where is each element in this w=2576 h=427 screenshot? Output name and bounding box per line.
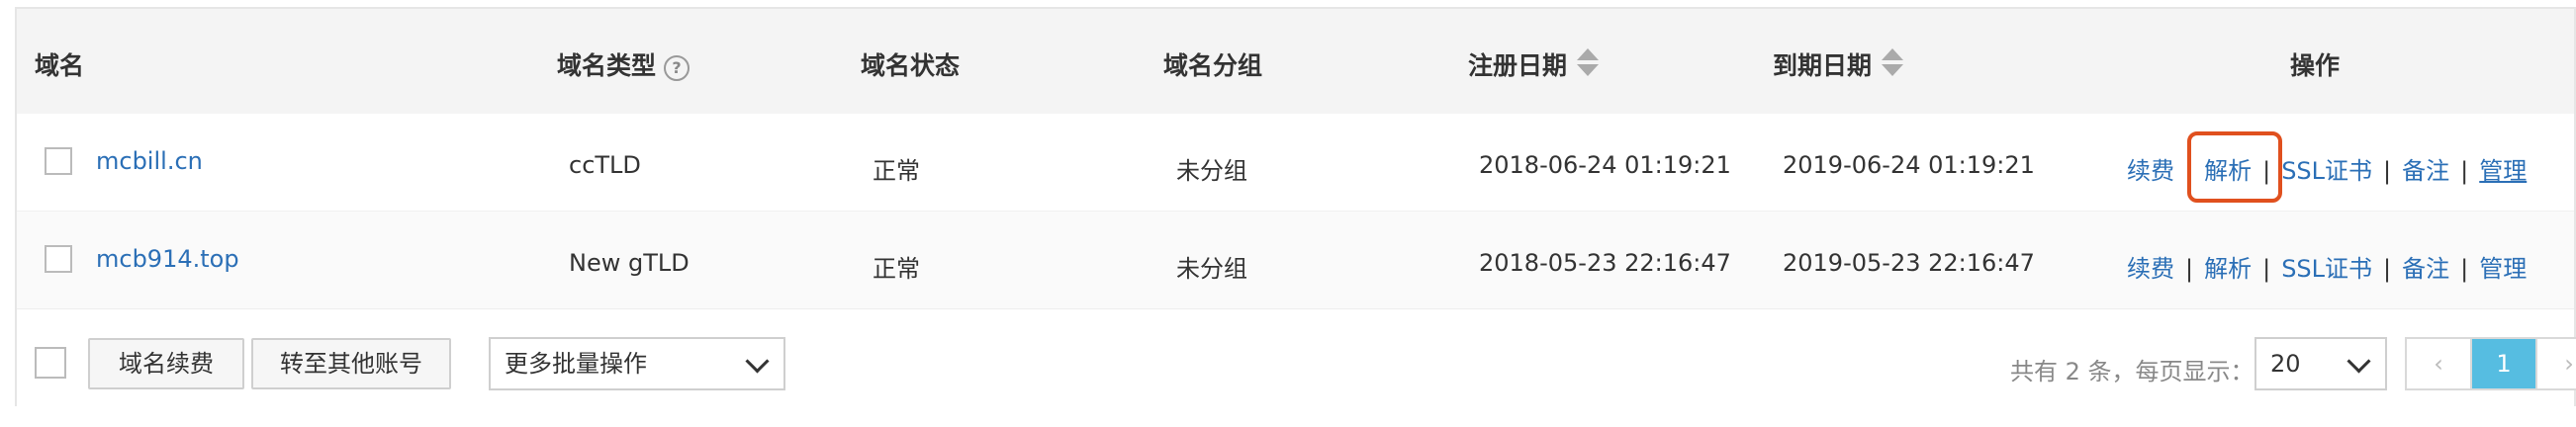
manage-link[interactable]: 管理 [2479,157,2527,185]
row-checkbox[interactable] [45,245,72,273]
renew-link[interactable]: 续费 [2127,157,2174,185]
table-header: 域名 域名类型? 域名状态 域名分组 注册日期 到期日期 操作 [17,9,2574,114]
total-count-text: 共有 2 条，每页显示： [2010,358,2254,385]
column-header-exp-date[interactable]: 到期日期 [1773,46,1904,82]
page-size-select[interactable]: 20 [2254,337,2387,390]
page-size-value: 20 [2270,350,2301,378]
record-link[interactable]: 备注 [2402,255,2449,283]
column-header-reg-date-label: 注册日期 [1468,51,1568,80]
ssl-link[interactable]: SSL证书 [2281,255,2372,283]
resolve-highlight-box [2187,131,2282,203]
renew-domains-button[interactable]: 域名续费 [88,338,244,389]
reg-date: 2018-05-23 22:16:47 [1479,249,1731,277]
record-link[interactable]: 备注 [2402,157,2449,185]
column-header-domain: 域名 [35,51,85,80]
exp-date: 2019-05-23 22:16:47 [1783,249,2035,277]
row-actions: 续费 | 解析 | SSL证书 | 备注 | 管理 [2127,255,2528,283]
sort-icon[interactable] [1577,48,1600,78]
column-header-ops: 操作 [2290,51,2341,80]
domain-table: 域名 域名类型? 域名状态 域名分组 注册日期 到期日期 操作 mcbill.c… [15,7,2576,406]
domain-type: New gTLD [569,249,690,277]
domain-link[interactable]: mcb914.top [96,245,239,273]
next-page-button[interactable]: › [2537,339,2576,388]
domain-status: 正常 [873,157,920,185]
resolve-link[interactable]: 解析 [2204,255,2252,283]
domain-status: 正常 [873,255,920,283]
table-row: mcbill.cn ccTLD 正常 未分组 2018-06-24 01:19:… [17,114,2574,211]
help-icon[interactable]: ? [664,55,690,81]
domain-group: 未分组 [1176,157,1247,185]
column-header-type-label: 域名类型 [557,51,657,80]
page-button[interactable]: 1 [2470,339,2537,388]
transfer-account-button[interactable]: 转至其他账号 [251,338,451,389]
exp-date: 2019-06-24 01:19:21 [1783,151,2035,179]
chevron-down-icon [745,349,770,374]
chevron-down-icon [2346,349,2371,374]
batch-operations-select[interactable]: 更多批量操作 [489,337,785,390]
ssl-link[interactable]: SSL证书 [2281,157,2372,185]
column-header-group: 域名分组 [1163,51,1263,80]
reg-date: 2018-06-24 01:19:21 [1479,151,1731,179]
domain-group: 未分组 [1176,255,1247,283]
row-checkbox[interactable] [45,147,72,175]
domain-link[interactable]: mcbill.cn [96,147,203,175]
column-header-status: 域名状态 [861,51,961,80]
sort-icon[interactable] [1882,48,1904,78]
column-header-reg-date[interactable]: 注册日期 [1468,46,1600,82]
pagination: ‹ 1 › [2405,337,2576,390]
domain-type: ccTLD [569,151,641,179]
select-all-checkbox[interactable] [35,347,66,379]
batch-operations-label: 更多批量操作 [505,350,647,378]
table-row: mcb914.top New gTLD 正常 未分组 2018-05-23 22… [17,211,2574,309]
prev-page-button[interactable]: ‹ [2407,339,2470,388]
renew-link[interactable]: 续费 [2127,255,2174,283]
table-footer: 域名续费 转至其他账号 更多批量操作 共有 2 条，每页显示： 20 ‹ 1 › [17,310,2576,406]
column-header-type: 域名类型? [557,46,690,82]
manage-link[interactable]: 管理 [2479,255,2527,283]
column-header-exp-date-label: 到期日期 [1773,51,1873,80]
